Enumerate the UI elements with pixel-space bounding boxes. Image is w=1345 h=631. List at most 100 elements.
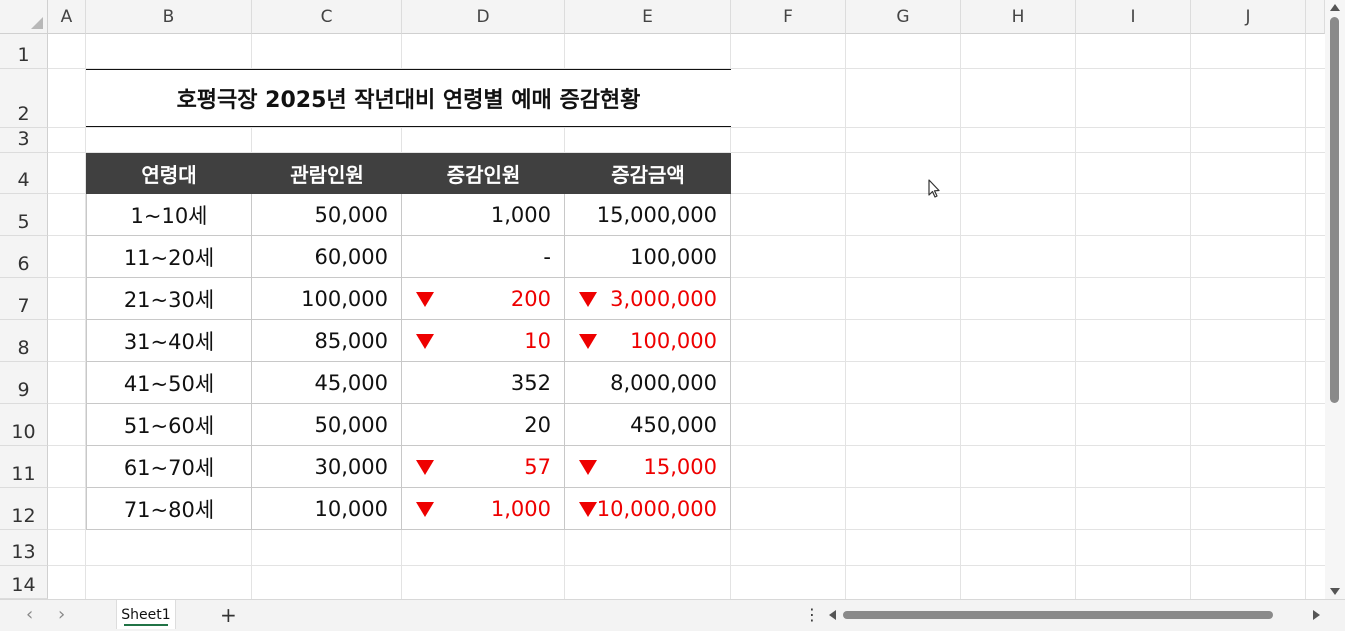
decrease-arrow-icon (579, 333, 597, 349)
column-header-i[interactable]: I (1076, 0, 1191, 34)
change-amount-cell[interactable]: 3,000,000 (565, 278, 731, 320)
audience-cell[interactable]: 60,000 (252, 236, 402, 278)
table-title[interactable]: 호평극장 2025년 작년대비 연령별 예매 증감현황 (86, 69, 731, 127)
age-cell[interactable]: 51~60세 (86, 404, 252, 446)
audience-cell-value: 10,000 (314, 496, 388, 521)
audience-cell[interactable]: 10,000 (252, 488, 402, 530)
row-header-13[interactable]: 13 (0, 530, 48, 566)
age-cell-value: 1~10세 (130, 203, 208, 228)
change-amount-cell[interactable]: 450,000 (565, 404, 731, 446)
row-header-2[interactable]: 2 (0, 69, 48, 128)
audience-cell-value: 60,000 (314, 244, 388, 269)
change-amount-cell-value: 8,000,000 (610, 370, 717, 395)
row-header-12[interactable]: 12 (0, 488, 48, 530)
audience-cell[interactable]: 50,000 (252, 404, 402, 446)
change-amount-cell-value: 450,000 (630, 412, 717, 437)
change-amount-cell-value: 100,000 (630, 244, 717, 269)
age-cell-value: 11~20세 (123, 245, 215, 270)
row-header-7[interactable]: 7 (0, 278, 48, 320)
audience-cell-value: 100,000 (301, 286, 388, 311)
change-people-cell[interactable]: 10 (402, 320, 565, 362)
row-header-8[interactable]: 8 (0, 320, 48, 362)
audience-cell[interactable]: 100,000 (252, 278, 402, 320)
column-header-a[interactable]: A (48, 0, 86, 34)
column-header-overflow[interactable] (1306, 0, 1325, 34)
age-cell-value: 21~30세 (123, 287, 215, 312)
row-header-10[interactable]: 10 (0, 404, 48, 446)
header-change-amount[interactable]: 증감금액 (565, 153, 731, 194)
prev-sheet-icon[interactable]: ‹ (26, 604, 33, 625)
age-cell[interactable]: 31~40세 (86, 320, 252, 362)
age-cell-value: 51~60세 (123, 413, 215, 438)
change-people-cell[interactable]: 20 (402, 404, 565, 446)
spreadsheet-app: A B C D E F G H I J 1 2 3 4 5 6 7 8 9 10 11 12 13 14 호평극장 2025년… (0, 0, 1345, 631)
change-amount-cell[interactable]: 100,000 (565, 236, 731, 278)
change-amount-cell-value: 15,000 (643, 454, 717, 479)
change-people-cell-value: 10 (524, 328, 551, 353)
next-sheet-icon[interactable]: › (58, 604, 65, 625)
change-amount-cell[interactable]: 15,000 (565, 446, 731, 488)
more-options-icon[interactable]: ⋮ (804, 605, 820, 624)
change-people-cell[interactable]: 1,000 (402, 194, 565, 236)
scroll-left-icon[interactable] (829, 610, 836, 620)
scroll-up-icon[interactable] (1330, 4, 1340, 11)
decrease-arrow-icon (579, 501, 597, 517)
age-cell[interactable]: 1~10세 (86, 194, 252, 236)
header-change-people[interactable]: 증감인원 (402, 153, 565, 194)
header-audience[interactable]: 관람인원 (252, 153, 402, 194)
column-header-j[interactable]: J (1191, 0, 1306, 34)
column-header-c[interactable]: C (252, 0, 402, 34)
gridline-vertical (1305, 34, 1306, 599)
vertical-scroll-thumb[interactable] (1330, 17, 1339, 403)
horizontal-scroll-thumb[interactable] (843, 611, 1273, 619)
row-header-4[interactable]: 4 (0, 153, 48, 194)
row-header-6[interactable]: 6 (0, 236, 48, 278)
change-people-cell[interactable]: - (402, 236, 565, 278)
change-amount-cell-value: 3,000,000 (610, 286, 717, 311)
audience-cell[interactable]: 85,000 (252, 320, 402, 362)
audience-cell[interactable]: 30,000 (252, 446, 402, 488)
change-amount-cell[interactable]: 8,000,000 (565, 362, 731, 404)
column-header-e[interactable]: E (565, 0, 731, 34)
audience-cell-value: 50,000 (314, 202, 388, 227)
change-people-cell[interactable]: 1,000 (402, 488, 565, 530)
row-header-5[interactable]: 5 (0, 194, 48, 236)
row-header-11[interactable]: 11 (0, 446, 48, 488)
change-people-cell[interactable]: 200 (402, 278, 565, 320)
gridline-horizontal (48, 127, 1325, 128)
column-header-g[interactable]: G (846, 0, 961, 34)
scroll-down-icon[interactable] (1330, 588, 1340, 595)
change-people-cell-value: 1,000 (490, 202, 551, 227)
gridline-horizontal (48, 565, 1325, 566)
decrease-arrow-icon (416, 459, 434, 475)
row-header-14[interactable]: 14 (0, 566, 48, 599)
add-sheet-button[interactable]: + (220, 603, 237, 627)
age-cell[interactable]: 41~50세 (86, 362, 252, 404)
column-header-b[interactable]: B (86, 0, 252, 34)
age-cell[interactable]: 11~20세 (86, 236, 252, 278)
change-amount-cell[interactable]: 15,000,000 (565, 194, 731, 236)
row-header-1[interactable]: 1 (0, 34, 48, 69)
row-header-3[interactable]: 3 (0, 128, 48, 153)
column-header-d[interactable]: D (402, 0, 565, 34)
age-cell[interactable]: 61~70세 (86, 446, 252, 488)
age-cell[interactable]: 21~30세 (86, 278, 252, 320)
column-header-f[interactable]: F (731, 0, 846, 34)
decrease-arrow-icon (579, 459, 597, 475)
scroll-right-icon[interactable] (1313, 610, 1320, 620)
gridline-vertical (1190, 34, 1191, 599)
header-age[interactable]: 연령대 (86, 153, 252, 194)
column-header-h[interactable]: H (961, 0, 1076, 34)
age-cell-value: 61~70세 (123, 455, 215, 480)
select-all-corner[interactable] (0, 0, 48, 34)
row-header-9[interactable]: 9 (0, 362, 48, 404)
audience-cell[interactable]: 50,000 (252, 194, 402, 236)
change-people-cell[interactable]: 57 (402, 446, 565, 488)
change-amount-cell-value: 100,000 (630, 328, 717, 353)
change-amount-cell[interactable]: 100,000 (565, 320, 731, 362)
change-amount-cell[interactable]: 10,000,000 (565, 488, 731, 530)
vertical-scrollbar[interactable] (1325, 0, 1345, 599)
change-people-cell[interactable]: 352 (402, 362, 565, 404)
age-cell[interactable]: 71~80세 (86, 488, 252, 530)
audience-cell[interactable]: 45,000 (252, 362, 402, 404)
